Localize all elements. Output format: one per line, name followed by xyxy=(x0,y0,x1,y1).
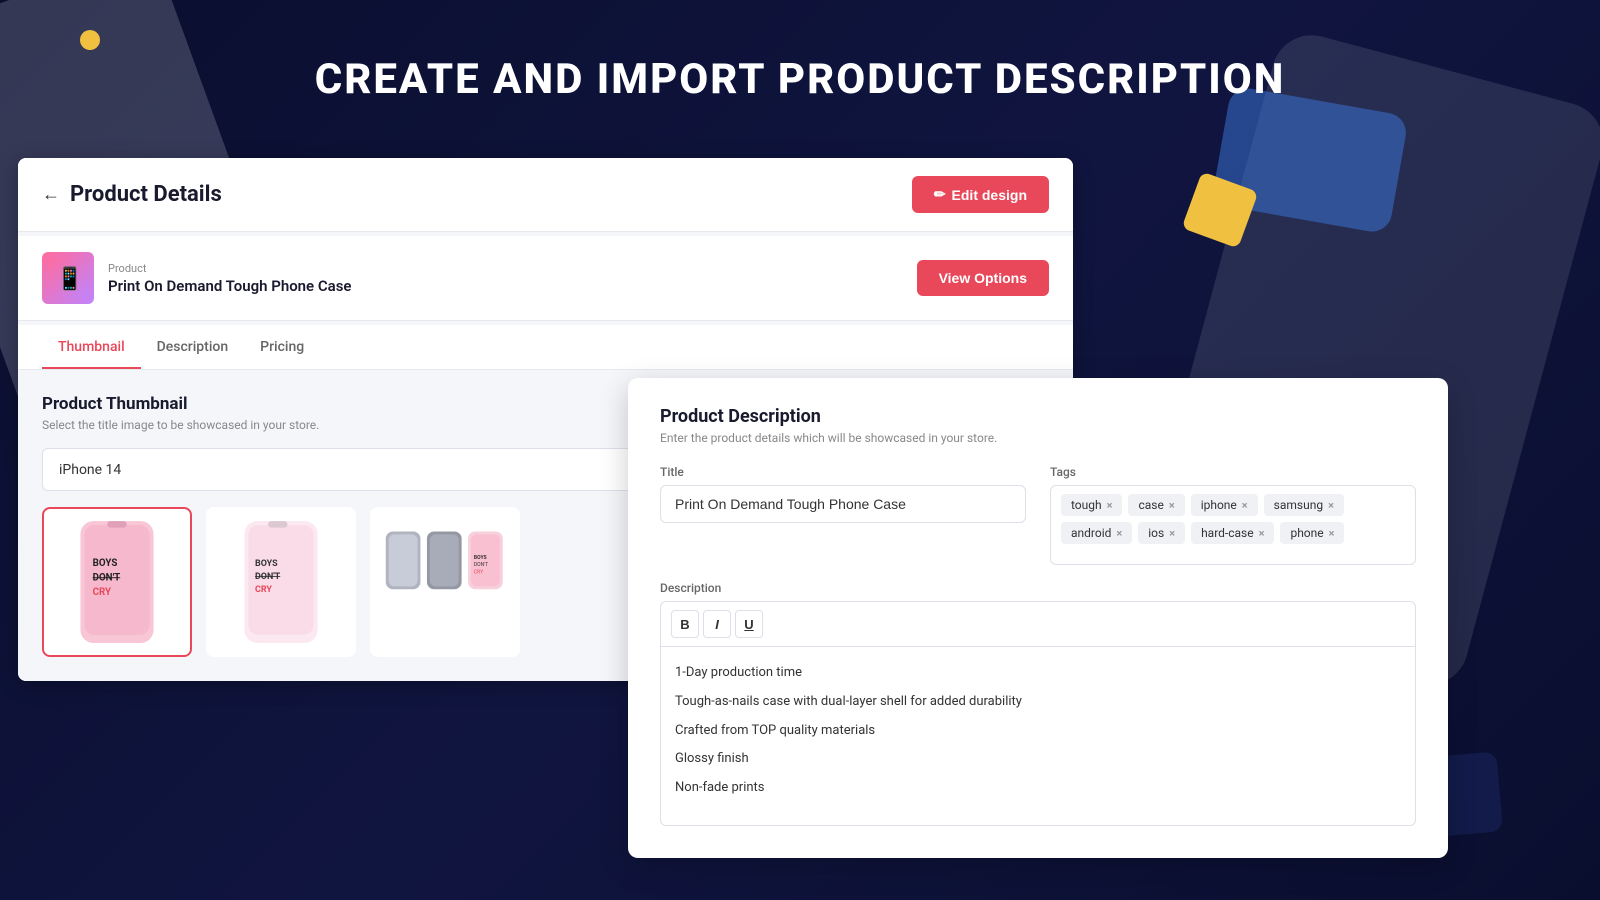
editor-body[interactable]: 1-Day production time Tough-as-nails cas… xyxy=(660,646,1416,826)
svg-text:DON'T: DON'T xyxy=(474,562,488,568)
desc-line-3: Crafted from TOP quality materials xyxy=(675,717,1401,746)
tab-thumbnail[interactable]: Thumbnail xyxy=(42,325,141,369)
tag-remove-tough[interactable]: × xyxy=(1107,499,1113,512)
tag-label: tough xyxy=(1071,498,1102,512)
tag-label: hard-case xyxy=(1201,526,1254,540)
tag-remove-case[interactable]: × xyxy=(1169,499,1175,512)
dropdown-value: iPhone 14 xyxy=(59,462,121,478)
desc-card-title: Product Description xyxy=(660,406,1416,427)
product-info-text: Product Print On Demand Tough Phone Case xyxy=(108,262,352,295)
bold-button[interactable]: B xyxy=(671,610,699,638)
desc-line-2: Tough-as-nails case with dual-layer shel… xyxy=(675,688,1401,717)
tag-iphone: iphone × xyxy=(1191,494,1258,516)
page-title: CREATE AND IMPORT PRODUCT DESCRIPTION xyxy=(0,55,1600,104)
underline-icon: U xyxy=(744,617,753,632)
italic-button[interactable]: I xyxy=(703,610,731,638)
back-arrow-icon[interactable]: ← xyxy=(42,184,60,205)
tag-label: samsung xyxy=(1274,498,1323,512)
edit-icon: ✏ xyxy=(934,186,946,203)
product-description-card: Product Description Enter the product de… xyxy=(628,378,1448,858)
tag-ios: ios × xyxy=(1138,522,1185,544)
tab-description[interactable]: Description xyxy=(141,325,245,369)
desc-line-1: 1-Day production time xyxy=(675,659,1401,688)
tag-label: phone xyxy=(1290,526,1323,540)
thumbnail-item-3[interactable]: BOYS DON'T CRY xyxy=(370,507,520,657)
tag-phone: phone × xyxy=(1280,522,1344,544)
description-field-label: Description xyxy=(660,581,1416,595)
tag-label: ios xyxy=(1148,526,1164,540)
product-label: Product xyxy=(108,262,352,275)
description-editor: B I U 1-Day production time Tough-as-nai… xyxy=(660,601,1416,826)
card-header: ← Product Details ✏ Edit design xyxy=(18,158,1073,232)
card-header-left: ← Product Details xyxy=(42,182,222,207)
tags-field-label: Tags xyxy=(1050,465,1416,479)
desc-line-5: Non-fade prints xyxy=(675,774,1401,803)
product-info-left: 📱 Product Print On Demand Tough Phone Ca… xyxy=(42,252,352,304)
tag-label: case xyxy=(1138,498,1163,512)
tag-remove-hard-case[interactable]: × xyxy=(1259,527,1265,540)
edit-design-button[interactable]: ✏ Edit design xyxy=(912,176,1049,213)
tag-samsung: samsung × xyxy=(1264,494,1344,516)
product-thumbnail-icon: 📱 xyxy=(42,252,94,304)
tag-remove-iphone[interactable]: × xyxy=(1242,499,1248,512)
tag-tough: tough × xyxy=(1061,494,1122,516)
tag-remove-android[interactable]: × xyxy=(1116,527,1122,540)
tag-label: android xyxy=(1071,526,1111,540)
view-options-button[interactable]: View Options xyxy=(917,260,1049,296)
tag-hard-case: hard-case × xyxy=(1191,522,1274,544)
editor-toolbar: B I U xyxy=(660,601,1416,646)
desc-card-subtitle: Enter the product details which will be … xyxy=(660,431,1416,445)
underline-button[interactable]: U xyxy=(735,610,763,638)
product-name: Print On Demand Tough Phone Case xyxy=(108,277,352,295)
tag-case: case × xyxy=(1128,494,1184,516)
thumbnail-item-2[interactable]: BOYS DON'T CRY xyxy=(206,507,356,657)
svg-text:CRY: CRY xyxy=(255,585,272,595)
tag-label: iphone xyxy=(1201,498,1237,512)
card-header-title: Product Details xyxy=(70,182,222,207)
tab-pricing[interactable]: Pricing xyxy=(244,325,320,369)
svg-text:DON'T: DON'T xyxy=(93,572,121,583)
desc-line-4: Glossy finish xyxy=(675,745,1401,774)
tag-remove-ios[interactable]: × xyxy=(1169,527,1175,540)
svg-text:DON'T: DON'T xyxy=(255,572,281,582)
svg-text:📱: 📱 xyxy=(56,266,83,292)
tag-remove-samsung[interactable]: × xyxy=(1328,499,1334,512)
form-group-tags: Tags tough × case × iphone × samsung × xyxy=(1050,465,1416,565)
tabs-bar: Thumbnail Description Pricing xyxy=(18,325,1073,370)
svg-text:BOYS: BOYS xyxy=(93,558,118,569)
title-field-label: Title xyxy=(660,465,1026,479)
form-row-title-tags: Title Tags tough × case × iphone × xyxy=(660,465,1416,565)
svg-text:BOYS: BOYS xyxy=(474,555,487,561)
svg-text:BOYS: BOYS xyxy=(255,559,278,569)
edit-design-label: Edit design xyxy=(952,187,1027,203)
italic-icon: I xyxy=(715,617,719,632)
tag-remove-phone[interactable]: × xyxy=(1329,527,1335,540)
thumbnail-item-1[interactable]: BOYS DON'T CRY xyxy=(42,507,192,657)
product-info-bar: 📱 Product Print On Demand Tough Phone Ca… xyxy=(18,236,1073,321)
svg-text:CRY: CRY xyxy=(474,569,483,575)
title-input[interactable] xyxy=(660,485,1026,523)
tags-container: tough × case × iphone × samsung × androi… xyxy=(1050,485,1416,565)
tag-android: android × xyxy=(1061,522,1132,544)
bg-decor-dot-yellow xyxy=(80,30,100,50)
svg-text:CRY: CRY xyxy=(93,587,112,598)
form-group-title: Title xyxy=(660,465,1026,565)
